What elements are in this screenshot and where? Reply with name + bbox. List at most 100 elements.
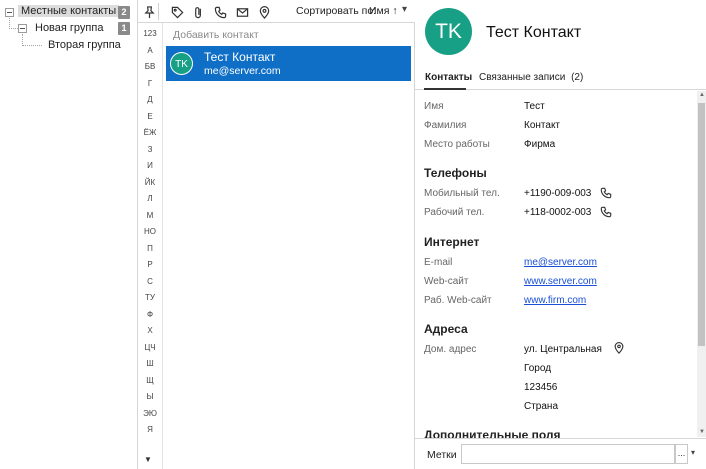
company-value[interactable]: Фирма bbox=[524, 139, 555, 150]
scroll-down-arrow[interactable]: ▼ bbox=[699, 429, 705, 435]
alphabet-index-item[interactable]: ЭЮ bbox=[138, 408, 162, 420]
alphabet-index-item[interactable]: Ы bbox=[138, 391, 162, 403]
scroll-down-arrow[interactable]: ▼ bbox=[144, 455, 152, 464]
tab-contacts[interactable]: Контакты bbox=[425, 72, 472, 83]
alphabet-index-item[interactable]: Г bbox=[138, 78, 162, 90]
alphabet-index-item[interactable]: 123 bbox=[138, 28, 162, 40]
pin-icon[interactable] bbox=[141, 4, 157, 20]
tags-input[interactable] bbox=[461, 444, 675, 464]
alphabet-index-item[interactable]: Я bbox=[138, 424, 162, 436]
alphabet-index-item[interactable]: Ш bbox=[138, 358, 162, 370]
email-link[interactable]: me@server.com bbox=[524, 257, 597, 268]
alphabet-index-item[interactable]: М bbox=[138, 210, 162, 222]
location-pin-icon[interactable] bbox=[613, 342, 625, 354]
scroll-up-arrow[interactable]: ▲ bbox=[699, 92, 705, 98]
contact-title: Тест Контакт bbox=[486, 24, 582, 41]
contacts-tree: Местные контакты 2 Новая группа 1 Вторая… bbox=[0, 0, 138, 469]
tree-item-label: Вторая группа bbox=[48, 39, 121, 51]
address-street[interactable]: ул. Центральная bbox=[524, 344, 602, 355]
section-title-extra: Дополнительные поля bbox=[424, 428, 561, 438]
section-title-internet: Интернет bbox=[424, 235, 480, 249]
alphabet-index-item[interactable]: Ф bbox=[138, 309, 162, 321]
alphabet-index-item[interactable]: ЙК bbox=[138, 177, 162, 189]
avatar: TK bbox=[170, 52, 193, 75]
alphabet-index-item[interactable]: НО bbox=[138, 226, 162, 238]
alphabet-index-item[interactable]: Е bbox=[138, 111, 162, 123]
contact-detail-pane: TK Тест Контакт Контакты Связанные запис… bbox=[415, 0, 706, 469]
avatar: TK bbox=[425, 8, 472, 55]
alphabet-index-item[interactable]: С bbox=[138, 276, 162, 288]
tree-item-label: Местные контакты bbox=[18, 5, 120, 17]
chevron-down-icon[interactable]: ▾ bbox=[402, 4, 407, 15]
tree-item-label: Новая группа bbox=[35, 22, 104, 34]
alphabet-index-item[interactable]: Р bbox=[138, 259, 162, 271]
alphabet-index-item[interactable]: З bbox=[138, 144, 162, 156]
field-label: Место работы bbox=[424, 139, 490, 150]
tag-icon[interactable] bbox=[169, 4, 185, 20]
alphabet-index-item[interactable]: Х bbox=[138, 325, 162, 337]
work-phone-value[interactable]: +118-0002-003 bbox=[524, 207, 591, 218]
scrollbar-thumb[interactable] bbox=[698, 103, 705, 346]
tab-label: Связанные записи bbox=[479, 72, 566, 83]
phone-icon[interactable] bbox=[212, 4, 228, 20]
website-link[interactable]: www.server.com bbox=[524, 276, 597, 287]
address-zip[interactable]: 123456 bbox=[524, 382, 557, 393]
contact-list-item[interactable]: TK Тест Контакт me@server.com bbox=[166, 46, 411, 81]
field-label: Имя bbox=[424, 101, 444, 112]
tab-related-records[interactable]: Связанные записи (2) bbox=[479, 72, 583, 83]
tree-item-second-group[interactable]: Вторая группа bbox=[45, 37, 124, 54]
tree-item-new-group[interactable]: Новая группа bbox=[32, 20, 106, 37]
tab-count: (2) bbox=[571, 72, 584, 83]
field-label: Дом. адрес bbox=[424, 344, 477, 355]
address-country[interactable]: Страна bbox=[524, 401, 558, 412]
contact-email: me@server.com bbox=[204, 65, 281, 77]
collapse-toggle[interactable] bbox=[18, 24, 27, 33]
alphabet-index-item[interactable]: Л bbox=[138, 193, 162, 205]
field-label: E-mail bbox=[424, 257, 453, 268]
tree-item-local-contacts[interactable]: Местные контакты bbox=[18, 3, 120, 20]
field-label: Мобильный тел. bbox=[424, 188, 500, 199]
alphabet-index-item[interactable]: А bbox=[138, 45, 162, 57]
paperclip-icon[interactable] bbox=[190, 4, 206, 20]
alphabet-index-item[interactable]: Щ bbox=[138, 375, 162, 387]
field-label: Раб. Web-сайт bbox=[424, 295, 492, 306]
alphabet-index-item[interactable]: ЁЖ bbox=[138, 127, 162, 139]
sort-direction-arrow[interactable]: ↑ bbox=[392, 5, 397, 17]
sort-label: Сортировать по: bbox=[296, 5, 377, 17]
last-name-value[interactable]: Контакт bbox=[524, 120, 560, 131]
alphabet-index-item[interactable]: Д bbox=[138, 94, 162, 106]
sort-field-dropdown[interactable]: Имя ↑ bbox=[369, 5, 398, 17]
alphabet-index: 123 А БВ Г Д Е ЁЖ З И ЙК Л М НО П Р С ТУ Ф Х ЦЧ Ш Щ Ы ЭЮ Я ▼ bbox=[138, 23, 163, 469]
work-website-link[interactable]: www.firm.com bbox=[524, 295, 586, 306]
sort-field-value: Имя bbox=[369, 5, 390, 17]
add-contact-input[interactable]: Добавить контакт bbox=[173, 29, 259, 41]
field-label: Рабочий тел. bbox=[424, 207, 485, 218]
alphabet-index-item[interactable]: П bbox=[138, 243, 162, 255]
list-toolbar: Сортировать по: Имя ↑ ▾ bbox=[138, 0, 415, 23]
section-title-addresses: Адреса bbox=[424, 322, 468, 336]
phone-icon[interactable] bbox=[600, 206, 612, 218]
contact-list: Добавить контакт TK Тест Контакт me@serv… bbox=[163, 23, 415, 469]
mobile-phone-value[interactable]: +1190-009-003 bbox=[524, 188, 591, 199]
field-label: Web-сайт bbox=[424, 276, 469, 287]
address-city[interactable]: Город bbox=[524, 363, 551, 374]
section-title-phones: Телефоны bbox=[424, 166, 487, 180]
first-name-value[interactable]: Тест bbox=[524, 101, 545, 112]
tags-more-button[interactable]: ... bbox=[675, 444, 688, 464]
alphabet-index-item[interactable]: ТУ bbox=[138, 292, 162, 304]
location-pin-icon[interactable] bbox=[256, 4, 272, 20]
alphabet-index-item[interactable]: БВ bbox=[138, 61, 162, 73]
tags-bar: Метки ... ▾ bbox=[415, 438, 706, 469]
tags-label: Метки bbox=[427, 449, 457, 461]
alphabet-index-item[interactable]: И bbox=[138, 160, 162, 172]
field-label: Фамилия bbox=[424, 120, 467, 131]
phone-icon[interactable] bbox=[600, 187, 612, 199]
active-tab-indicator bbox=[424, 88, 466, 90]
detail-tabs: Контакты Связанные записи (2) bbox=[415, 64, 706, 90]
collapse-toggle[interactable] bbox=[5, 8, 14, 17]
count-badge: 2 bbox=[118, 6, 130, 19]
chevron-down-icon[interactable]: ▾ bbox=[691, 448, 695, 457]
count-badge: 1 bbox=[118, 22, 130, 35]
envelope-icon[interactable] bbox=[234, 4, 250, 20]
alphabet-index-item[interactable]: ЦЧ bbox=[138, 342, 162, 354]
